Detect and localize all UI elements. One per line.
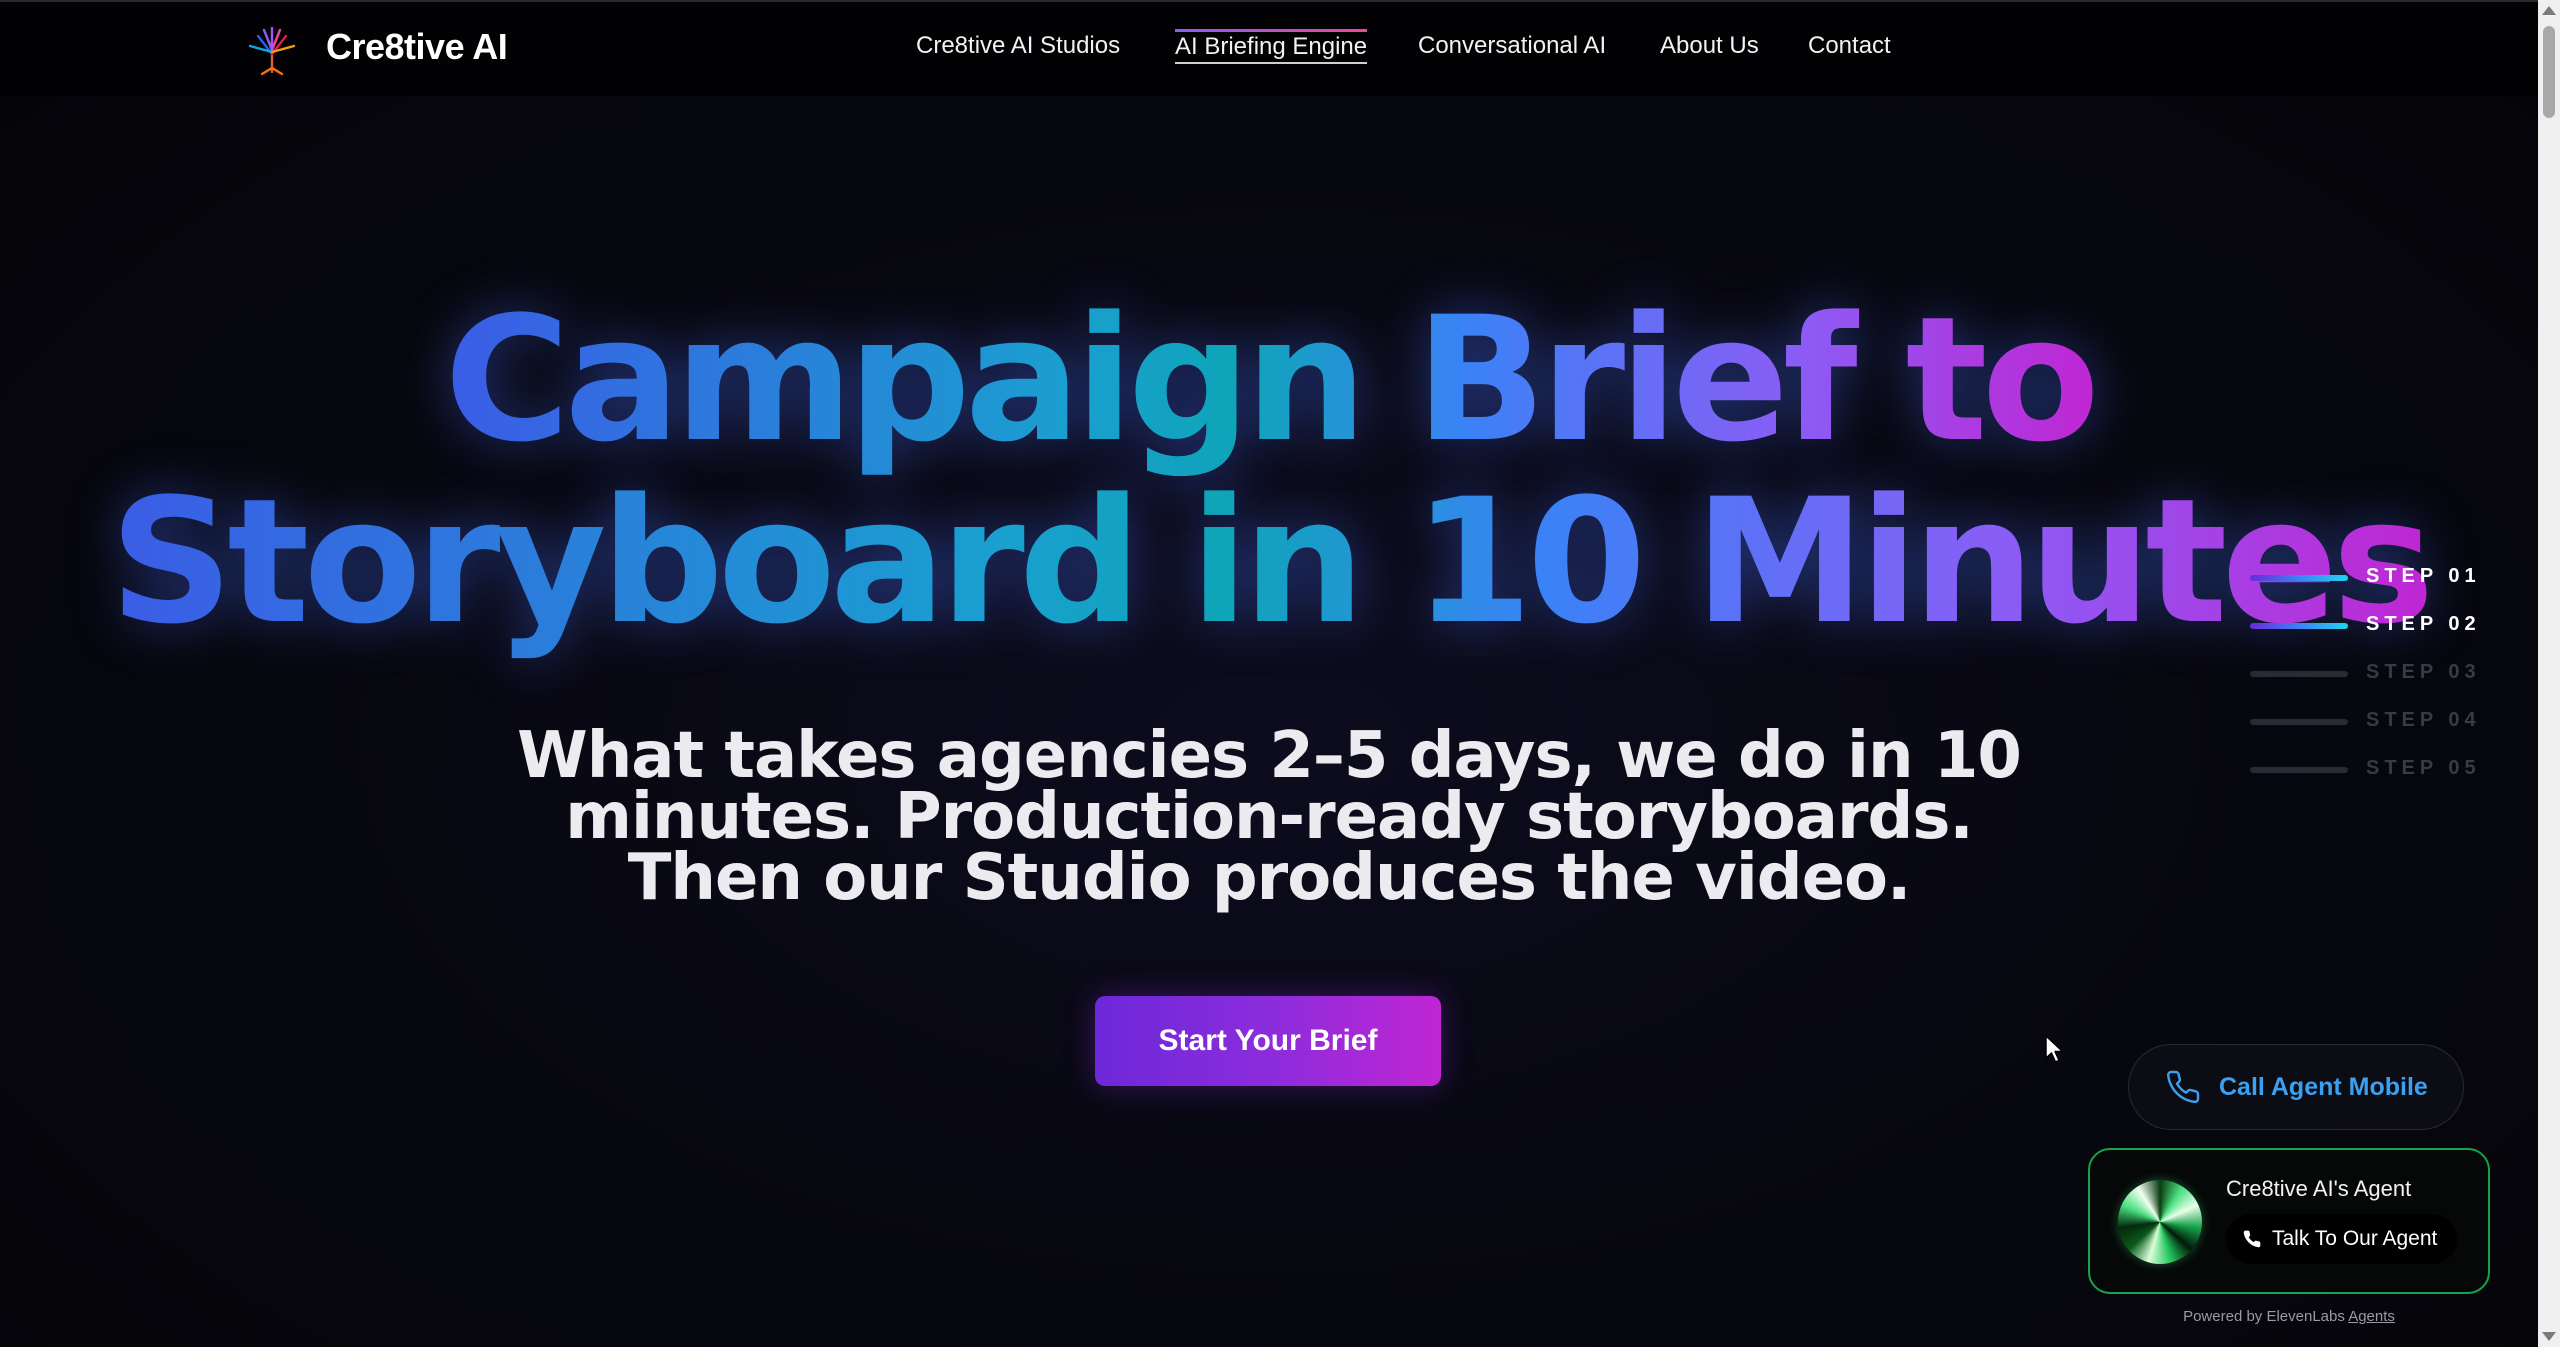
step-label: STEP 03 — [2366, 661, 2481, 683]
talk-to-agent-button[interactable]: Talk To Our Agent — [2226, 1214, 2458, 1264]
agent-orb-avatar — [2118, 1180, 2202, 1264]
step-progress-bar — [2250, 671, 2348, 677]
subhead-line: Then our Studio produces the video. — [627, 841, 1912, 915]
nav-item-briefing-engine[interactable]: AI Briefing Engine — [1175, 29, 1368, 64]
phone-icon — [2166, 1070, 2200, 1104]
subhead-line: What takes agencies 2–5 days, we do in 1… — [517, 719, 2022, 793]
scroll-down-arrow-icon[interactable] — [2542, 1332, 2556, 1341]
agents-link[interactable]: Agents — [2348, 1308, 2395, 1325]
step-label: STEP 04 — [2366, 709, 2481, 731]
nav-item-studios[interactable]: Cre8tive AI Studios — [916, 32, 1120, 60]
hero-headline-line2: Storyboard in 10 Minutes — [109, 461, 2434, 662]
step-indicator-04[interactable]: STEP 04 — [2250, 707, 2490, 737]
step-indicator-02[interactable]: STEP 02 — [2250, 611, 2490, 641]
step-progress-bar — [2250, 575, 2348, 581]
step-indicator-03[interactable]: STEP 03 — [2250, 659, 2490, 689]
step-progress-bar — [2250, 623, 2348, 629]
mouse-cursor-icon — [2045, 1035, 2064, 1063]
phone-icon — [2243, 1230, 2261, 1248]
brand-name[interactable]: Cre8tive AI — [326, 26, 508, 68]
agent-title: Cre8tive AI's Agent — [2226, 1176, 2412, 1201]
scrollbar-thumb[interactable] — [2543, 26, 2555, 118]
subhead-line: minutes. Production-ready storyboards. — [565, 780, 1973, 854]
vertical-scrollbar[interactable] — [2538, 0, 2560, 1347]
start-brief-button[interactable]: Start Your Brief — [1095, 996, 1441, 1086]
step-label: STEP 02 — [2366, 613, 2481, 635]
tree-logo-icon[interactable] — [244, 24, 300, 76]
scroll-up-arrow-icon[interactable] — [2542, 6, 2556, 15]
site-header: Cre8tive AI Cre8tive AI Studios AI Brief… — [0, 0, 2538, 96]
step-label: STEP 01 — [2366, 565, 2481, 587]
agent-widget: Cre8tive AI's Agent Talk To Our Agent — [2088, 1148, 2490, 1294]
step-label: STEP 05 — [2366, 757, 2481, 779]
nav-item-contact[interactable]: Contact — [1808, 32, 1891, 60]
hero-headline-line1: Campaign Brief to — [444, 279, 2100, 480]
powered-by-text: Powered by ElevenLabs — [2183, 1308, 2345, 1325]
talk-to-agent-label: Talk To Our Agent — [2272, 1227, 2438, 1250]
hero-subheading: What takes agencies 2–5 days, we do in 1… — [0, 719, 2538, 915]
step-indicator-01[interactable]: STEP 01 — [2250, 563, 2490, 593]
step-progress-bar — [2250, 767, 2348, 773]
step-progress-bar — [2250, 719, 2348, 725]
call-agent-mobile-button[interactable]: Call Agent Mobile — [2128, 1044, 2464, 1130]
step-indicator-05[interactable]: STEP 05 — [2250, 755, 2490, 785]
page: Cre8tive AI Cre8tive AI Studios AI Brief… — [0, 0, 2560, 1347]
powered-by-footer: Powered by ElevenLabs Agents — [2088, 1308, 2490, 1325]
nav-item-about-us[interactable]: About Us — [1660, 32, 1759, 60]
nav-item-conversational-ai[interactable]: Conversational AI — [1418, 32, 1606, 60]
call-agent-mobile-label: Call Agent Mobile — [2219, 1072, 2428, 1101]
